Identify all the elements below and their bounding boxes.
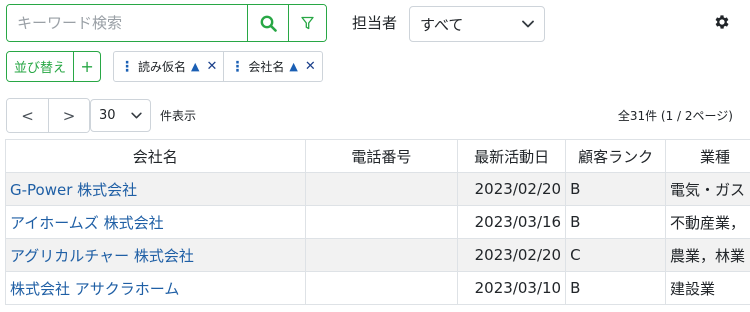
column-header-last-activity[interactable]: 最新活動日 [457,139,567,173]
phone-cell [304,205,459,239]
company-link[interactable]: アイホームズ 株式会社 [5,205,306,239]
company-link[interactable]: G-Power 株式会社 [5,172,306,206]
close-icon[interactable]: ✕ [206,59,217,74]
sort-chips: ⋮ 読み仮名 ▲ ✕ ⋮ 会社名 ▲ ✕ [113,51,323,82]
filter-button[interactable] [288,5,326,41]
drag-handle-icon[interactable]: ⋮ [120,59,134,75]
owner-selected-value: すべて [420,15,464,34]
column-header-company[interactable]: 会社名 [5,139,306,173]
last-activity-cell: 2023/03/10 [457,271,567,305]
table-header-row: 会社名 電話番号 最新活動日 顧客ランク 業種 [5,139,750,173]
close-icon[interactable]: ✕ [305,59,316,74]
industry-cell: 農業，林業 [665,238,750,272]
gear-icon[interactable] [713,13,731,31]
drag-handle-icon[interactable]: ⋮ [230,59,244,75]
table-row[interactable]: G-Power 株式会社 2023/02/20 B 電気・ガス [5,172,750,206]
industry-cell: 建設業 [665,271,750,305]
search-group [6,4,327,42]
sort-group: 並び替え + [6,51,102,82]
per-page-select[interactable]: 30 [90,99,151,132]
sort-chip-company[interactable]: ⋮ 会社名 ▲ ✕ [223,52,321,81]
table-row[interactable]: アグリカルチャー 株式会社 2023/02/20 C 農業，林業 [5,238,750,272]
next-page-button[interactable]: > [48,99,89,132]
total-count: 全31件 (1 / 2ページ) [617,109,733,123]
filter-icon [301,16,314,30]
owner-label: 担当者 [352,14,398,32]
owner-select[interactable]: すべて [409,6,545,42]
rank-cell: C [565,238,667,272]
company-link[interactable]: アグリカルチャー 株式会社 [5,238,306,272]
sort-chip-label: 会社名 [248,60,285,74]
industry-cell: 電気・ガス [665,172,750,206]
last-activity-cell: 2023/03/16 [457,205,567,239]
customer-table: 会社名 電話番号 最新活動日 顧客ランク 業種 G-Power 株式会社 202… [5,139,750,305]
search-button[interactable] [247,5,288,41]
last-activity-cell: 2023/02/20 [457,172,567,206]
last-activity-cell: 2023/02/20 [457,238,567,272]
search-icon [260,15,277,32]
table-row[interactable]: 株式会社 アサクラホーム 2023/03/10 B 建設業 [5,271,750,305]
rank-cell: B [565,172,667,206]
column-header-phone[interactable]: 電話番号 [304,139,459,173]
sort-button[interactable]: 並び替え [7,52,74,81]
table-row[interactable]: アイホームズ 株式会社 2023/03/16 B 不動産業， [5,205,750,239]
chevron-down-icon [522,20,534,28]
per-page-value: 30 [99,108,116,123]
sort-ascending-icon[interactable]: ▲ [191,60,199,73]
sort-ascending-icon[interactable]: ▲ [289,60,297,73]
add-sort-button[interactable]: + [73,52,100,81]
per-page-label: 件表示 [160,109,197,123]
prev-page-button[interactable]: < [7,99,48,132]
rank-cell: B [565,271,667,305]
company-link[interactable]: 株式会社 アサクラホーム [5,271,306,305]
search-input[interactable] [7,5,247,41]
column-header-industry[interactable]: 業種 [665,139,750,173]
industry-cell: 不動産業， [665,205,750,239]
column-header-rank[interactable]: 顧客ランク [565,139,667,173]
sort-chip-label: 読み仮名 [138,60,187,74]
phone-cell [304,238,459,272]
chevron-down-icon [131,112,142,119]
rank-cell: B [565,205,667,239]
phone-cell [304,172,459,206]
pager: < > [6,98,90,133]
sort-chip-reading[interactable]: ⋮ 読み仮名 ▲ ✕ [114,52,223,81]
phone-cell [304,271,459,305]
